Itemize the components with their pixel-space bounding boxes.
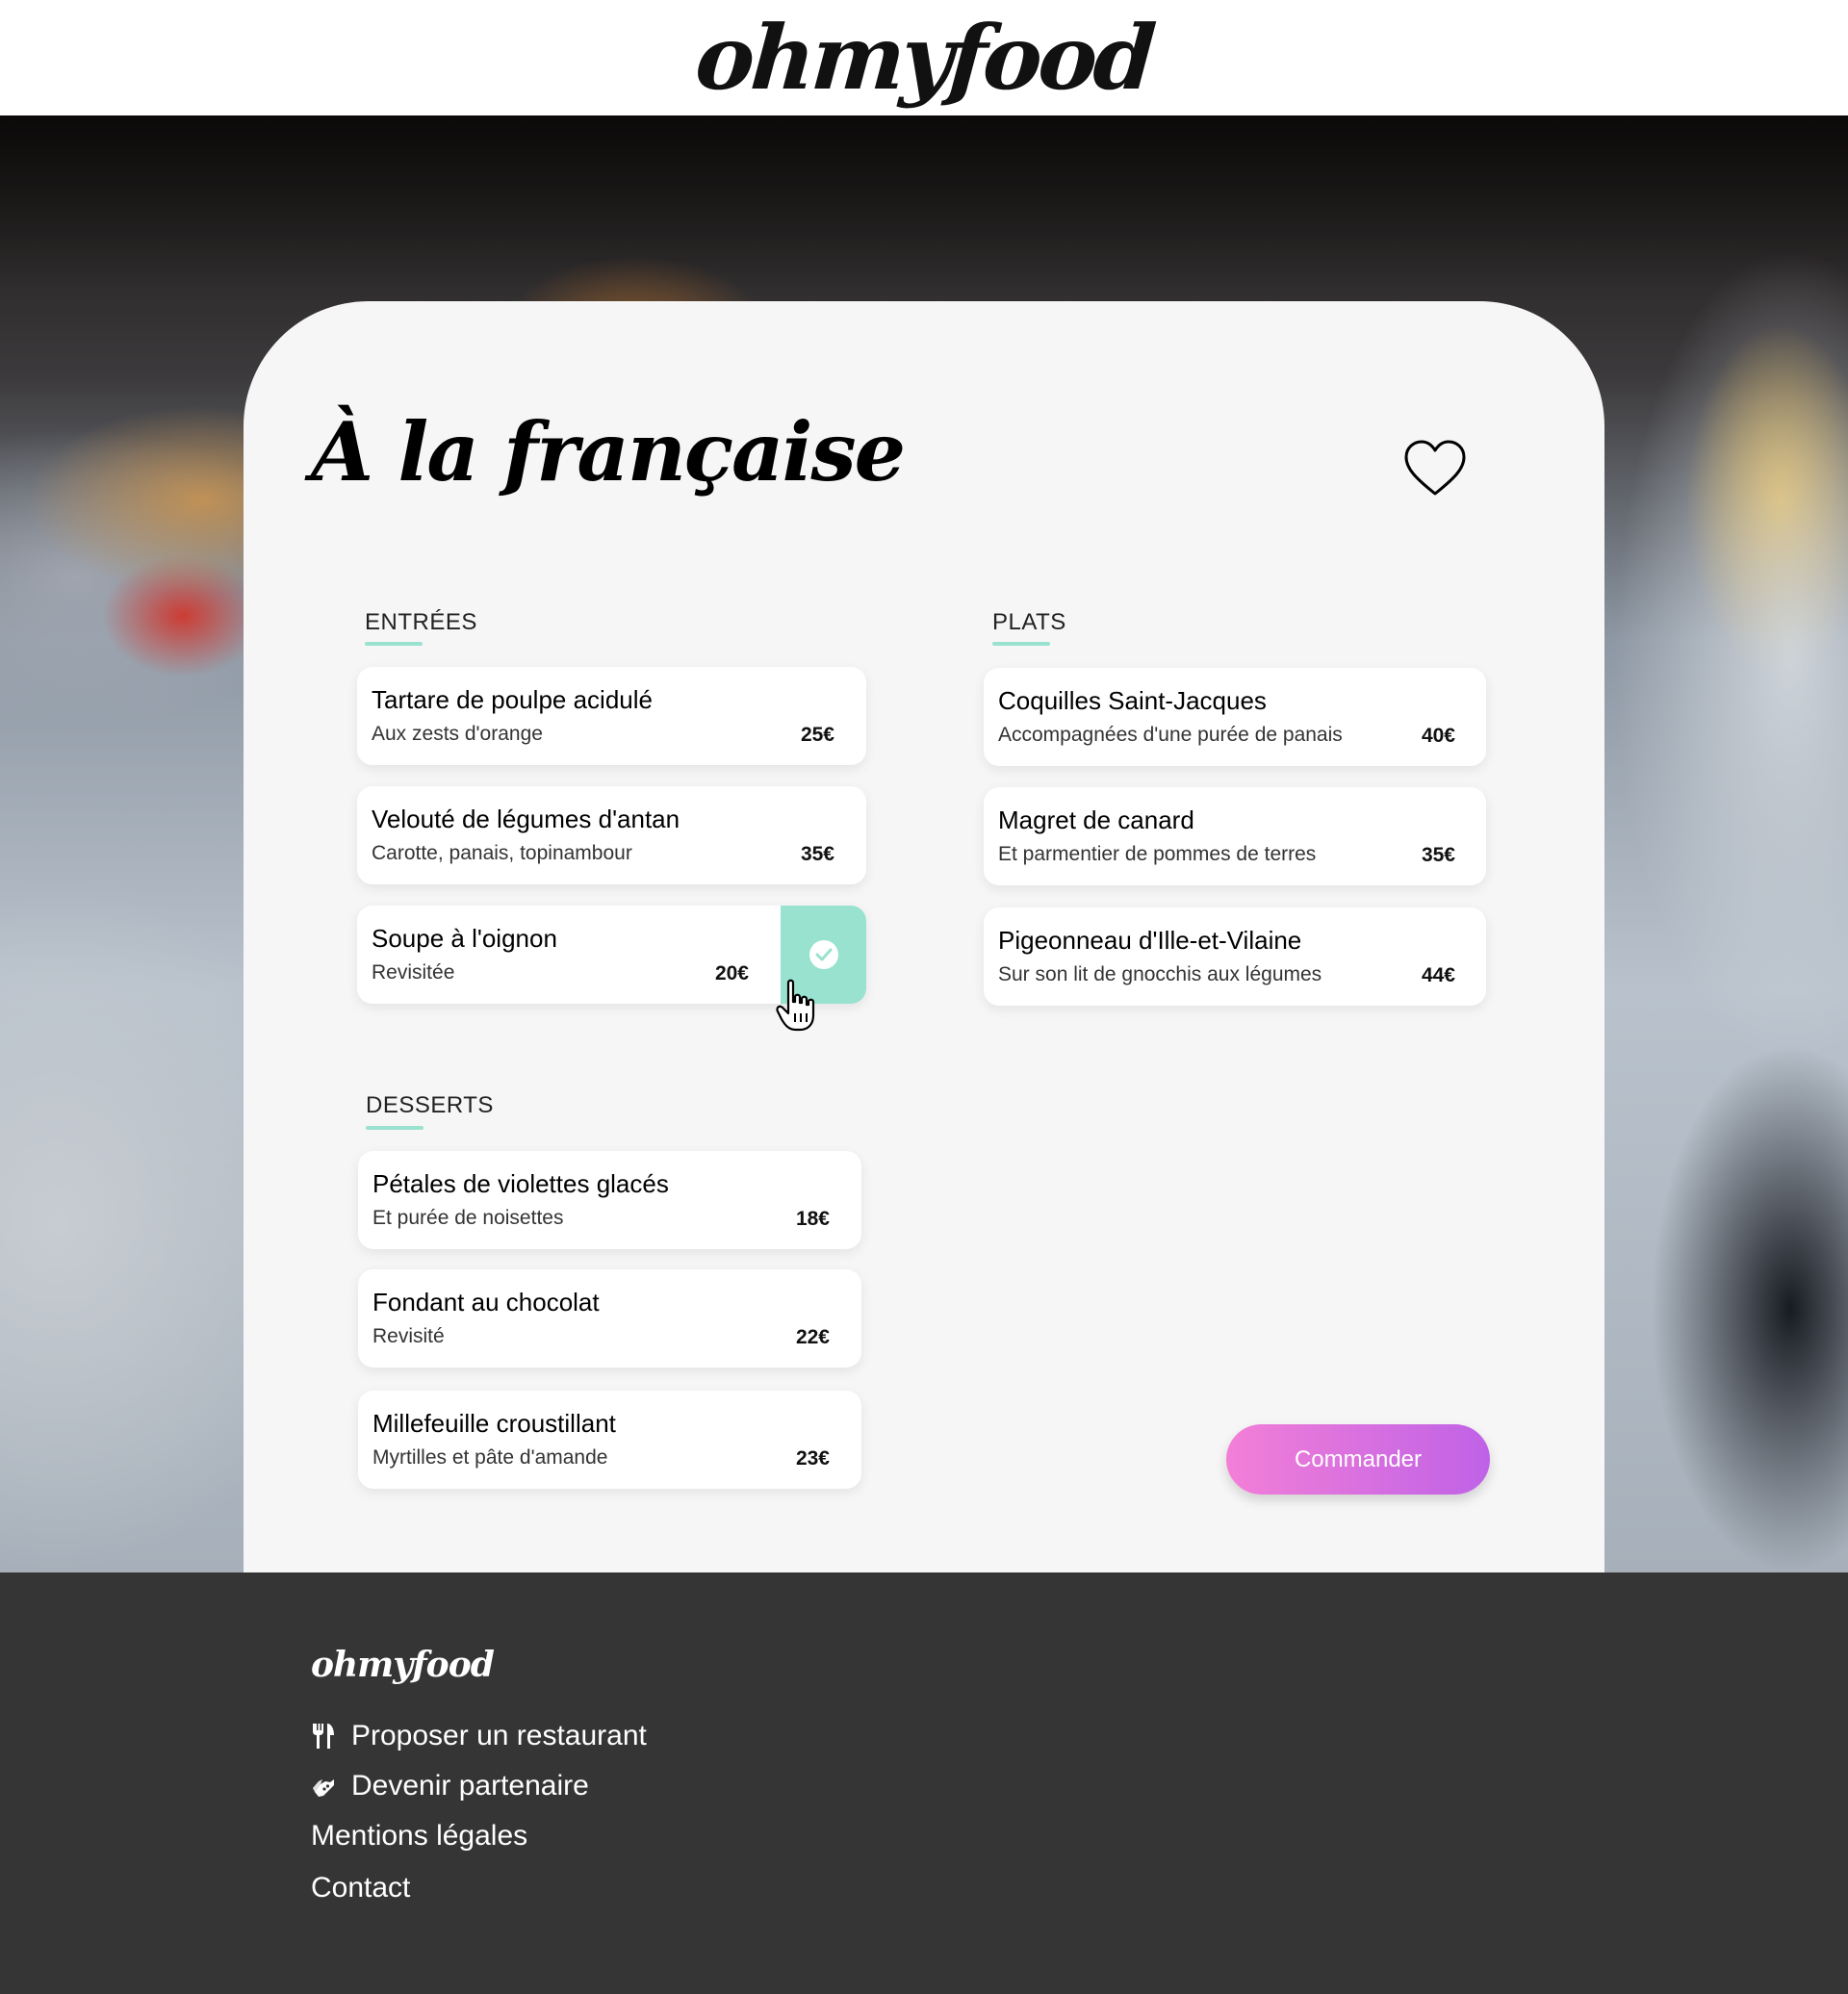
check-circle-icon [808,940,838,969]
dish-card[interactable]: Pigeonneau d'Ille-et-Vilaine Sur son lit… [984,908,1486,1006]
dish-card[interactable]: Millefeuille croustillant Myrtilles et p… [358,1391,861,1489]
dish-price: 35€ [1421,844,1455,866]
footer-link-become-partner[interactable]: Devenir partenaire [311,1770,589,1802]
dish-card[interactable]: Fondant au chocolat Revisité 22€ [358,1269,861,1368]
footer-link-label: Devenir partenaire [351,1770,589,1802]
dish-card[interactable]: Pétales de violettes glacés Et purée de … [358,1151,861,1249]
order-button[interactable]: Commander [1226,1424,1490,1495]
dish-price: 40€ [1421,725,1455,747]
dish-card[interactable]: Tartare de poulpe acidulé Aux zests d'or… [357,667,866,765]
footer-link-label: Proposer un restaurant [351,1720,647,1751]
dish-price: 44€ [1421,964,1455,986]
site-footer: ohmyfood Proposer un restaurant Devenir … [0,1572,1848,1994]
dish-description: Et parmentier de pommes de terres [998,843,1317,865]
dish-name: Velouté de légumes d'antan [372,805,680,833]
dish-price: 23€ [795,1447,830,1470]
ohmyfood-logo[interactable]: ohmyfood [692,6,1155,110]
dish-name: Tartare de poulpe acidulé [372,685,653,714]
footer-link-propose-restaurant[interactable]: Proposer un restaurant [311,1720,647,1752]
dish-selected-indicator[interactable] [781,906,866,1004]
section-underline [365,642,423,646]
dish-description: Carotte, panais, topinambour [372,842,632,864]
dish-card[interactable]: Magret de canard Et parmentier de pommes… [984,787,1486,885]
utensils-icon [313,1724,334,1749]
dish-price: 22€ [795,1326,830,1348]
dish-description: Et purée de noisettes [372,1207,564,1229]
section-heading-plats: PLATS [992,609,1066,635]
heart-outline-icon[interactable] [1402,438,1468,499]
dish-name: Coquilles Saint-Jacques [998,686,1267,715]
handshake-icon [313,1779,334,1797]
dish-name: Soupe à l'oignon [372,924,557,953]
footer-link-contact[interactable]: Contact [311,1872,410,1905]
dish-name: Pétales de violettes glacés [372,1169,669,1198]
section-heading-entrees: ENTRÉES [365,609,477,635]
footer-link-legal-notice[interactable]: Mentions légales [311,1820,527,1853]
restaurant-menu-title: À la française [311,404,906,499]
section-underline [992,642,1050,646]
site-header: ohmyfood [0,0,1848,115]
dish-description: Revisité [372,1325,445,1347]
dish-description: Revisitée [372,961,455,984]
dish-price: 25€ [800,724,834,746]
dish-description: Accompagnées d'une purée de panais [998,724,1343,746]
section-underline [366,1126,424,1130]
menu-card: À la française ENTRÉES Tartare de poulpe… [244,301,1604,1572]
dish-name: Fondant au chocolat [372,1288,600,1317]
dish-card[interactable]: Coquilles Saint-Jacques Accompagnées d'u… [984,668,1486,766]
dish-price: 35€ [800,843,834,865]
dish-description: Myrtilles et pâte d'amande [372,1446,608,1469]
dish-description: Aux zests d'orange [372,723,543,745]
footer-logo[interactable]: ohmyfood [311,1645,495,1685]
dish-description: Sur son lit de gnocchis aux légumes [998,963,1322,985]
dish-card-selected[interactable]: Soupe à l'oignon Revisitée 20€ [357,906,866,1004]
dish-name: Magret de canard [998,805,1194,834]
dish-card[interactable]: Velouté de légumes d'antan Carotte, pana… [357,786,866,884]
dish-name: Millefeuille croustillant [372,1409,616,1438]
section-heading-desserts: DESSERTS [366,1092,494,1118]
dish-price: 18€ [795,1208,830,1230]
dish-name: Pigeonneau d'Ille-et-Vilaine [998,926,1302,955]
dish-price: 20€ [714,962,749,984]
